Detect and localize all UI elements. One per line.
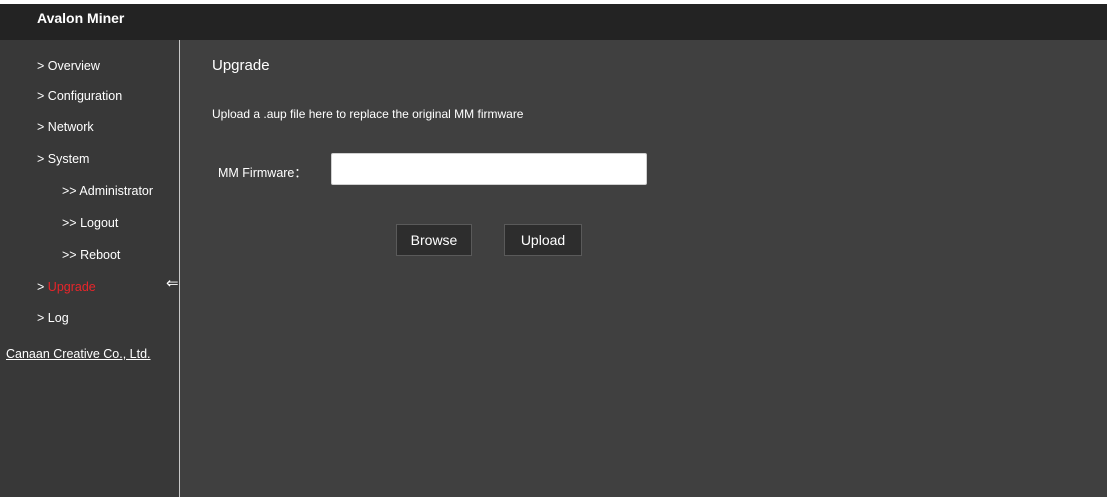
nav-prefix: >> (62, 184, 77, 198)
sidebar-item-system[interactable]: > System (37, 152, 89, 166)
firmware-file-field[interactable] (331, 153, 647, 185)
nav-prefix: > (37, 152, 45, 166)
sidebar-item-log[interactable]: > Log (37, 311, 69, 325)
sidebar-item-label: Overview (47, 59, 100, 73)
app-window: Avalon Miner > Overview > Configuration … (0, 0, 1107, 497)
company-link[interactable]: Canaan Creative Co., Ltd. (6, 347, 151, 361)
sidebar-item-label: Reboot (80, 248, 121, 262)
sidebar-item-logout[interactable]: >> Logout (62, 216, 118, 230)
nav-prefix: >> (62, 216, 77, 230)
sidebar-item-label: Logout (80, 216, 119, 230)
nav-prefix: > (37, 120, 45, 134)
page-title: Upgrade (212, 57, 270, 74)
app-title: Avalon Miner (37, 10, 125, 26)
sidebar-item-upgrade[interactable]: > Upgrade (37, 280, 96, 294)
sidebar-item-administrator[interactable]: >> Administrator (62, 184, 153, 198)
sidebar-item-label: Upgrade (47, 280, 96, 294)
sidebar-item-label: Configuration (47, 89, 123, 103)
sidebar-item-network[interactable]: > Network (37, 120, 94, 134)
sidebar-item-label: System (47, 152, 90, 166)
sidebar-item-overview[interactable]: > Overview (37, 59, 100, 73)
nav-prefix: > (37, 59, 45, 73)
nav-prefix: >> (62, 248, 77, 262)
nav-prefix: > (37, 311, 45, 325)
firmware-label: MM Firmware： (218, 166, 307, 180)
sidebar-item-label: Administrator (79, 184, 154, 198)
sidebar-item-reboot[interactable]: >> Reboot (62, 248, 120, 262)
sidebar-item-label: Network (47, 120, 94, 134)
browse-button[interactable]: Browse (396, 224, 472, 256)
sidebar: > Overview > Configuration > Network > S… (0, 40, 180, 497)
left-double-arrow-icon: ⇐ (166, 275, 179, 292)
sidebar-item-configuration[interactable]: > Configuration (37, 89, 122, 103)
nav-prefix: > (37, 280, 45, 294)
nav-prefix: > (37, 89, 45, 103)
sidebar-item-label: Log (47, 311, 69, 325)
upgrade-description: Upload a .aup file here to replace the o… (212, 107, 524, 121)
main-content: Upgrade Upload a .aup file here to repla… (180, 40, 1107, 497)
upload-button[interactable]: Upload (504, 224, 582, 256)
top-bar: Avalon Miner (0, 4, 1107, 40)
